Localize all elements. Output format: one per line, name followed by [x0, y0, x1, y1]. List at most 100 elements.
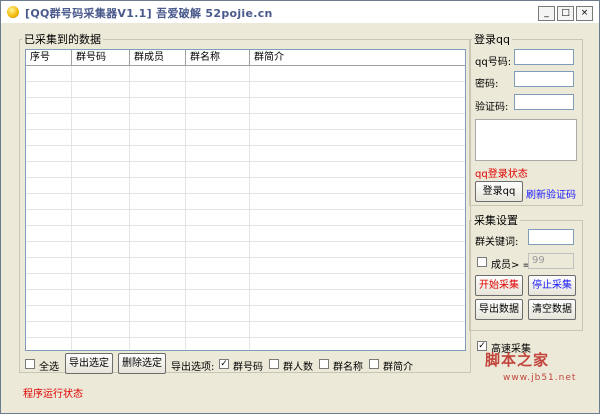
delete-selected-button[interactable]: 删除选定 — [118, 353, 166, 374]
column-header-intro[interactable]: 群简介 — [250, 50, 465, 65]
table-cell — [72, 290, 130, 305]
table-cell — [26, 130, 72, 145]
close-button[interactable]: × — [576, 6, 593, 21]
window-title: [QQ群号码采集器V1.1] 吾爱破解 52pojie.cn — [25, 7, 273, 20]
title-bar[interactable]: [QQ群号码采集器V1.1] 吾爱破解 52pojie.cn _ □ × — [1, 1, 599, 23]
table-cell — [186, 130, 250, 145]
table-cell — [26, 66, 72, 81]
table-row[interactable] — [26, 178, 465, 194]
table-cell — [130, 82, 186, 97]
table-cell — [72, 98, 130, 113]
table-cell — [26, 82, 72, 97]
table-cell — [250, 178, 465, 193]
maximize-button[interactable]: □ — [557, 6, 574, 21]
table-row[interactable] — [26, 82, 465, 98]
table-cell — [72, 114, 130, 129]
table-cell — [130, 114, 186, 129]
run-status-text: 程序运行状态 — [23, 389, 83, 400]
member-threshold-input[interactable]: 99 — [528, 253, 574, 269]
data-table[interactable]: 序号 群号码 群成员 群名称 群简介 — [25, 49, 466, 351]
option-group-name-checkbox[interactable] — [319, 359, 329, 369]
table-row[interactable] — [26, 338, 465, 350]
table-row[interactable] — [26, 290, 465, 306]
window-controls: _ □ × — [536, 5, 593, 21]
password-input[interactable] — [514, 71, 574, 87]
table-cell — [250, 226, 465, 241]
table-cell — [186, 162, 250, 177]
option-intro-checkbox[interactable] — [369, 359, 379, 369]
watermark-main-text: 脚本之家 — [485, 351, 550, 369]
member-filter-checkbox[interactable] — [477, 257, 487, 267]
table-row[interactable] — [26, 114, 465, 130]
captcha-image — [475, 119, 577, 161]
collected-data-legend: 已采集到的数据 — [24, 33, 101, 46]
table-cell — [186, 210, 250, 225]
captcha-input[interactable] — [514, 94, 574, 110]
table-cell — [26, 98, 72, 113]
column-header-group-name[interactable]: 群名称 — [186, 50, 250, 65]
stop-collect-button[interactable]: 停止采集 — [528, 275, 576, 296]
column-header-index[interactable]: 序号 — [26, 50, 72, 65]
table-cell — [72, 82, 130, 97]
table-cell — [26, 194, 72, 209]
table-cell — [250, 242, 465, 257]
table-cell — [186, 242, 250, 257]
export-selected-button[interactable]: 导出选定 — [65, 353, 113, 374]
table-cell — [186, 82, 250, 97]
table-cell — [72, 130, 130, 145]
qq-number-input[interactable] — [514, 49, 574, 65]
option-group-number-checkbox[interactable]: ✓ — [219, 359, 229, 369]
table-cell — [26, 146, 72, 161]
select-all-checkbox[interactable] — [25, 359, 35, 369]
table-cell — [250, 82, 465, 97]
table-row[interactable] — [26, 210, 465, 226]
table-row[interactable] — [26, 98, 465, 114]
table-cell — [250, 290, 465, 305]
table-row[interactable] — [26, 130, 465, 146]
keyword-input[interactable] — [528, 229, 574, 245]
table-row[interactable] — [26, 226, 465, 242]
watermark-logo: 脚本之家 www.jb51.net — [475, 349, 581, 389]
login-button-label: 登录qq — [482, 186, 516, 197]
table-cell — [26, 338, 72, 350]
table-row[interactable] — [26, 162, 465, 178]
table-row[interactable] — [26, 194, 465, 210]
table-cell — [186, 306, 250, 321]
table-cell — [130, 226, 186, 241]
table-cell — [186, 226, 250, 241]
column-header-members[interactable]: 群成员 — [130, 50, 186, 65]
table-row[interactable] — [26, 306, 465, 322]
minimize-button[interactable]: _ — [538, 6, 555, 21]
table-row[interactable] — [26, 258, 465, 274]
table-row[interactable] — [26, 66, 465, 82]
table-cell — [186, 194, 250, 209]
table-cell — [130, 66, 186, 81]
table-cell — [186, 178, 250, 193]
table-row[interactable] — [26, 242, 465, 258]
app-window: [QQ群号码采集器V1.1] 吾爱破解 52pojie.cn _ □ × 已采集到的… — [0, 0, 600, 414]
option-member-count-label: 群人数 — [283, 362, 313, 373]
refresh-captcha-link[interactable]: 刷新验证码 — [526, 186, 576, 201]
table-cell — [26, 258, 72, 273]
table-cell — [26, 210, 72, 225]
option-member-count-checkbox[interactable] — [269, 359, 279, 369]
table-cell — [186, 146, 250, 161]
login-legend: 登录qq — [474, 33, 510, 46]
table-cell — [26, 306, 72, 321]
captcha-label: 验证码: — [475, 102, 509, 113]
table-cell — [250, 162, 465, 177]
login-button[interactable]: 登录qq — [475, 181, 523, 202]
export-data-button[interactable]: 导出数据 — [475, 299, 523, 320]
table-cell — [250, 130, 465, 145]
table-cell — [186, 98, 250, 113]
table-cell — [130, 242, 186, 257]
clear-data-button[interactable]: 清空数据 — [528, 299, 576, 320]
export-selected-label: 导出选定 — [69, 358, 109, 369]
table-row[interactable] — [26, 322, 465, 338]
export-data-label: 导出数据 — [479, 304, 519, 315]
table-row[interactable] — [26, 146, 465, 162]
column-header-group-number[interactable]: 群号码 — [72, 50, 130, 65]
start-collect-button[interactable]: 开始采集 — [475, 275, 523, 296]
table-row[interactable] — [26, 274, 465, 290]
login-status-text: qq登录状态 — [475, 169, 528, 180]
